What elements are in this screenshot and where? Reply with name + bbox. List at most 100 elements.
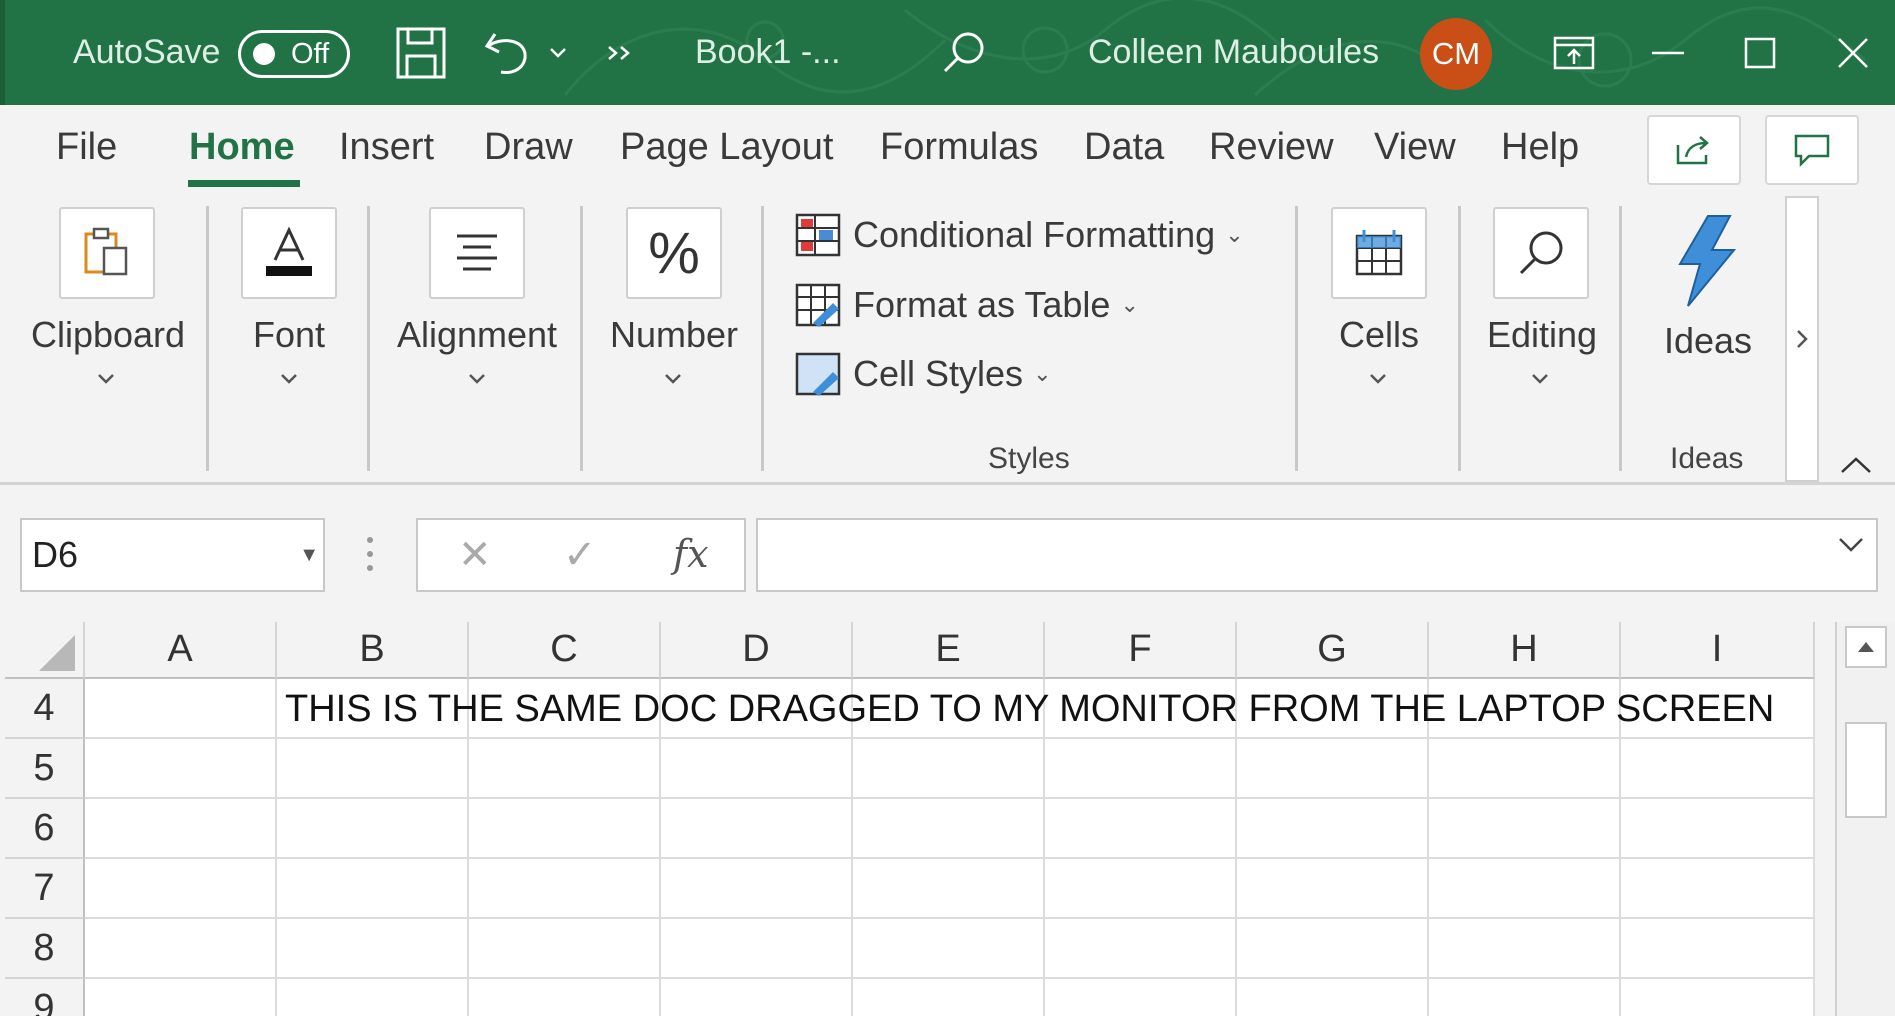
tab-draw[interactable]: Draw bbox=[484, 126, 573, 169]
grid-cell[interactable] bbox=[469, 739, 661, 799]
column-header-D[interactable]: D bbox=[661, 622, 853, 679]
select-all-corner[interactable] bbox=[5, 622, 85, 679]
grid-cell[interactable] bbox=[85, 739, 277, 799]
grid-cell[interactable] bbox=[853, 799, 1045, 859]
tab-home[interactable]: Home bbox=[189, 126, 295, 169]
column-header-B[interactable]: B bbox=[277, 622, 469, 679]
grid-cell[interactable] bbox=[1045, 919, 1237, 979]
clipboard-button[interactable] bbox=[59, 207, 155, 299]
grid-cell[interactable] bbox=[661, 739, 853, 799]
caret-down-icon[interactable]: ▼ bbox=[299, 544, 319, 567]
undo-icon[interactable] bbox=[483, 0, 533, 105]
name-box[interactable]: D6 ▼ bbox=[20, 518, 325, 592]
grid-cell[interactable] bbox=[1621, 859, 1815, 919]
grid-cell[interactable] bbox=[1429, 799, 1621, 859]
grid-cell[interactable] bbox=[1237, 859, 1429, 919]
grid-cell[interactable] bbox=[1045, 739, 1237, 799]
grid-cell[interactable] bbox=[853, 979, 1045, 1016]
grid-cell[interactable] bbox=[1237, 739, 1429, 799]
row-header-7[interactable]: 7 bbox=[5, 859, 85, 919]
tab-file[interactable]: File bbox=[56, 126, 117, 169]
grid-cell[interactable] bbox=[85, 919, 277, 979]
user-name[interactable]: Colleen Mauboules bbox=[1088, 0, 1379, 105]
row-header-8[interactable]: 8 bbox=[5, 919, 85, 979]
grid-cell[interactable] bbox=[853, 919, 1045, 979]
scroll-up-button[interactable] bbox=[1845, 626, 1887, 668]
cells-button[interactable] bbox=[1331, 207, 1427, 299]
grid-cell[interactable] bbox=[277, 919, 469, 979]
save-icon[interactable] bbox=[395, 0, 447, 105]
grid-cell[interactable] bbox=[1621, 919, 1815, 979]
minimize-icon[interactable] bbox=[1651, 0, 1685, 105]
tab-view[interactable]: View bbox=[1374, 126, 1456, 169]
grid-cell[interactable] bbox=[277, 799, 469, 859]
row-header-9[interactable]: 9 bbox=[5, 979, 85, 1016]
ideas-button[interactable] bbox=[1668, 214, 1742, 313]
tab-help[interactable]: Help bbox=[1501, 126, 1579, 169]
document-title[interactable]: Book1 -... bbox=[695, 0, 841, 105]
collapse-ribbon-button[interactable] bbox=[1840, 455, 1872, 480]
grid-cell[interactable] bbox=[1045, 859, 1237, 919]
row-header-4[interactable]: 4 bbox=[5, 679, 85, 739]
grid-cell[interactable] bbox=[1237, 919, 1429, 979]
grid-cell[interactable] bbox=[661, 799, 853, 859]
cell-B4[interactable]: THIS IS THE SAME DOC DRAGGED TO MY MONIT… bbox=[285, 679, 1774, 739]
grid-cell[interactable] bbox=[469, 799, 661, 859]
grid-cell[interactable] bbox=[1045, 799, 1237, 859]
tab-page-layout[interactable]: Page Layout bbox=[620, 126, 833, 169]
grid-cell[interactable] bbox=[661, 859, 853, 919]
ribbon-display-options-icon[interactable] bbox=[1553, 0, 1595, 105]
comments-button[interactable] bbox=[1765, 115, 1859, 185]
column-header-F[interactable]: F bbox=[1045, 622, 1237, 679]
expand-formula-bar-icon[interactable] bbox=[1838, 536, 1864, 559]
grid-cell[interactable] bbox=[853, 739, 1045, 799]
grid-cell[interactable] bbox=[1045, 979, 1237, 1016]
chevron-down-icon[interactable] bbox=[1531, 365, 1549, 391]
formula-bar-grip[interactable] bbox=[366, 536, 374, 577]
grid-cell[interactable] bbox=[1621, 799, 1815, 859]
cancel-icon[interactable]: ✕ bbox=[458, 532, 492, 578]
maximize-icon[interactable] bbox=[1744, 0, 1776, 105]
ribbon-scroll-right[interactable] bbox=[1785, 196, 1819, 482]
cell-styles-button[interactable]: Cell Styles ⌄ bbox=[795, 352, 1052, 396]
search-icon[interactable] bbox=[940, 0, 986, 105]
grid-cell[interactable] bbox=[277, 859, 469, 919]
grid-cell[interactable] bbox=[1429, 919, 1621, 979]
grid-cell[interactable] bbox=[85, 679, 277, 739]
grid-cell[interactable] bbox=[469, 919, 661, 979]
row-header-5[interactable]: 5 bbox=[5, 739, 85, 799]
chevron-down-icon[interactable] bbox=[664, 365, 682, 391]
column-header-H[interactable]: H bbox=[1429, 622, 1621, 679]
grid-cell[interactable] bbox=[1429, 859, 1621, 919]
grid-cell[interactable] bbox=[469, 859, 661, 919]
enter-icon[interactable]: ✓ bbox=[563, 532, 597, 578]
more-commands-icon[interactable] bbox=[605, 0, 635, 105]
column-header-I[interactable]: I bbox=[1621, 622, 1815, 679]
worksheet-grid[interactable]: A B C D E F G H I 4 5 6 7 8 9 THIS IS TH… bbox=[5, 622, 1815, 1016]
grid-cell[interactable] bbox=[85, 859, 277, 919]
autosave-toggle[interactable]: Off bbox=[238, 30, 350, 78]
column-header-E[interactable]: E bbox=[853, 622, 1045, 679]
column-header-A[interactable]: A bbox=[85, 622, 277, 679]
chevron-down-icon[interactable] bbox=[97, 365, 115, 391]
font-button[interactable] bbox=[241, 207, 337, 299]
editing-button[interactable] bbox=[1493, 207, 1589, 299]
grid-cell[interactable] bbox=[277, 979, 469, 1016]
row-header-6[interactable]: 6 bbox=[5, 799, 85, 859]
close-icon[interactable] bbox=[1837, 0, 1869, 105]
grid-cell[interactable] bbox=[661, 979, 853, 1016]
grid-cell[interactable] bbox=[853, 859, 1045, 919]
chevron-down-icon[interactable] bbox=[1369, 365, 1387, 391]
format-as-table-button[interactable]: Format as Table ⌄ bbox=[795, 283, 1139, 327]
grid-cell[interactable] bbox=[1429, 979, 1621, 1016]
tab-formulas[interactable]: Formulas bbox=[880, 126, 1038, 169]
number-format-button[interactable]: % bbox=[626, 207, 722, 299]
grid-cell[interactable] bbox=[1429, 739, 1621, 799]
tab-insert[interactable]: Insert bbox=[339, 126, 434, 169]
alignment-button[interactable] bbox=[429, 207, 525, 299]
vertical-scrollbar[interactable] bbox=[1835, 622, 1895, 1016]
grid-cell[interactable] bbox=[1621, 979, 1815, 1016]
grid-cell[interactable] bbox=[1621, 739, 1815, 799]
tab-data[interactable]: Data bbox=[1084, 126, 1164, 169]
chevron-down-icon[interactable] bbox=[280, 365, 298, 391]
